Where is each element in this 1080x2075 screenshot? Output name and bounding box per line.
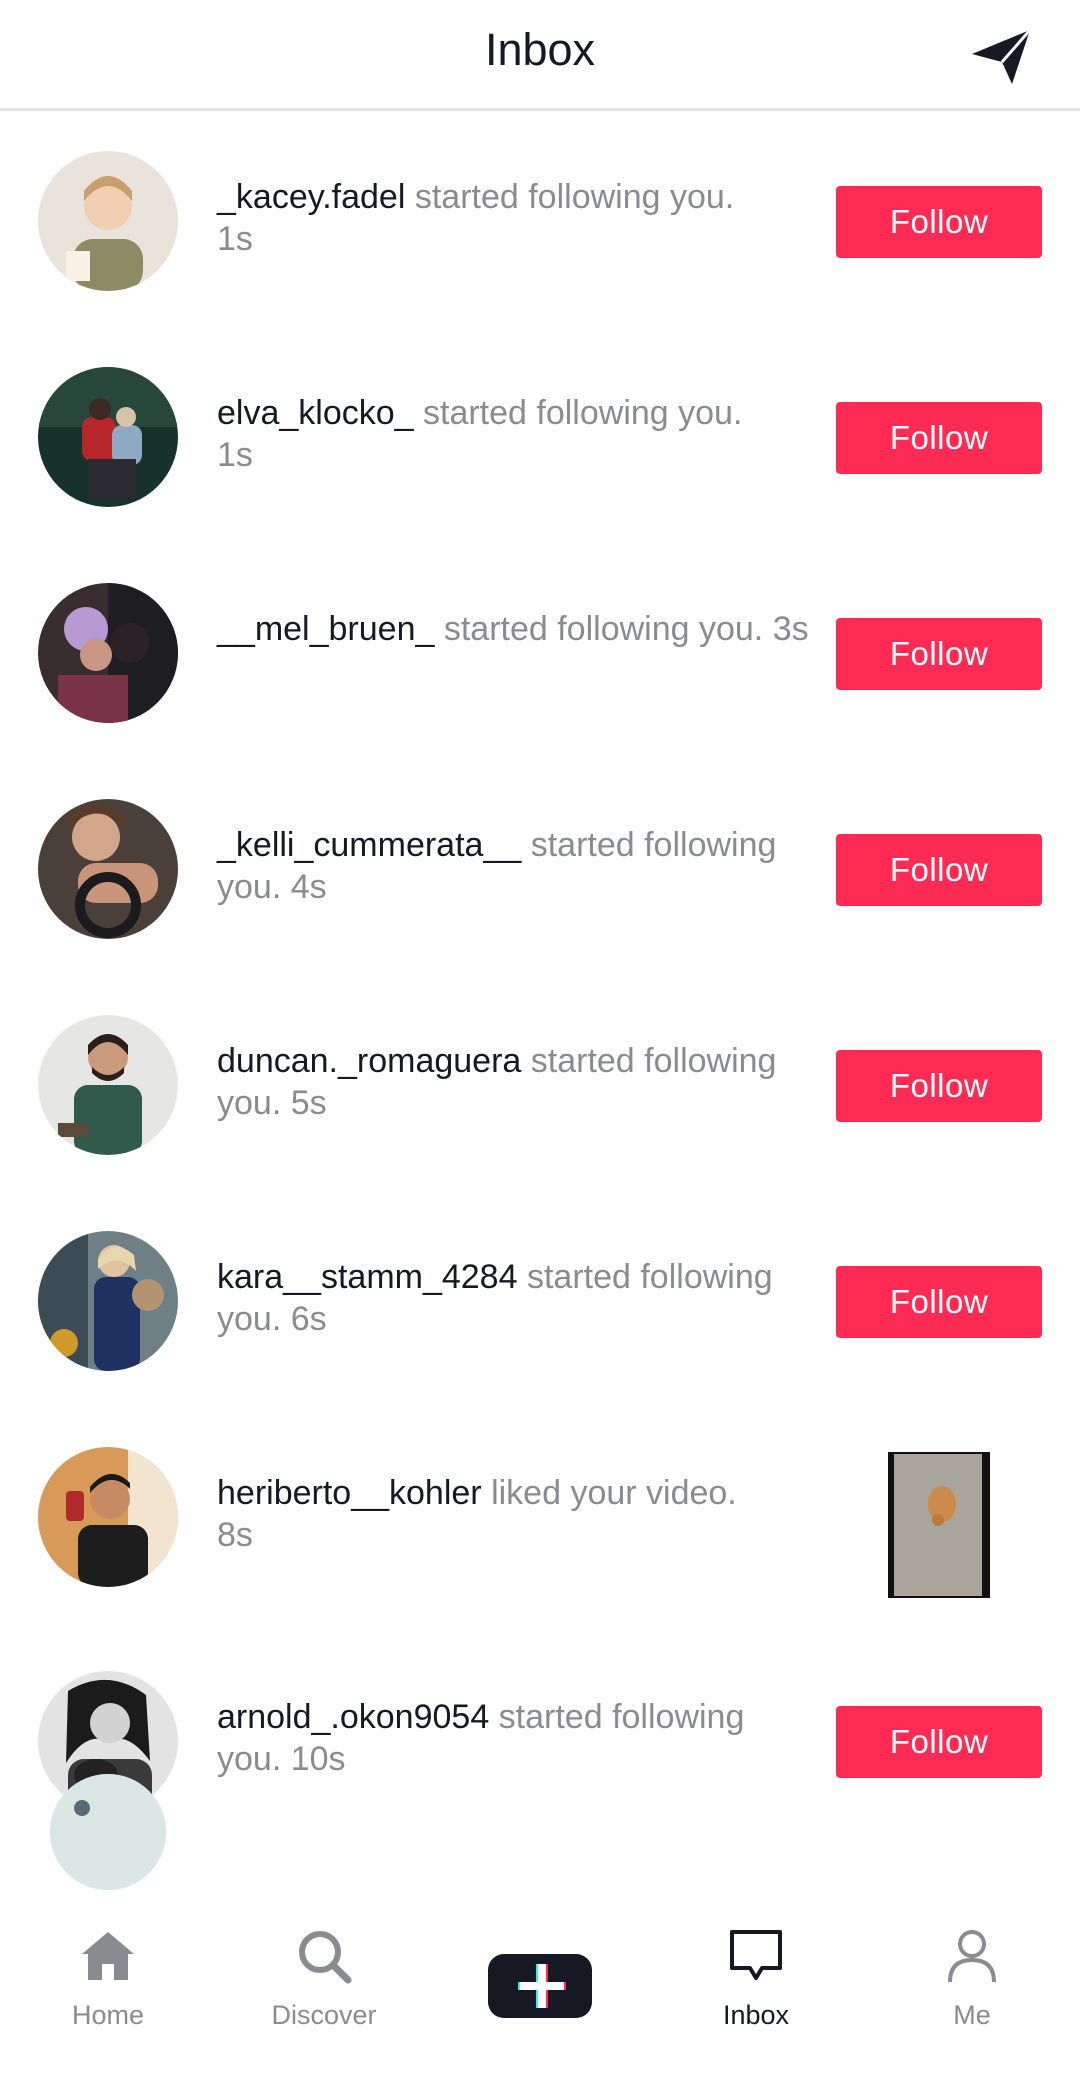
username-link[interactable]: duncan._romaguera bbox=[217, 1042, 521, 1080]
avatar[interactable] bbox=[38, 1015, 178, 1155]
notification-time: 5s bbox=[290, 1084, 327, 1122]
avatar[interactable] bbox=[38, 151, 178, 291]
profile-icon bbox=[948, 1930, 996, 1983]
username-link[interactable]: _kelli_cummerata__ bbox=[217, 826, 521, 864]
notification-time: 1s bbox=[217, 436, 253, 474]
notification-row[interactable]: __mel_bruen_ started following you. 3s F… bbox=[0, 546, 1080, 762]
notification-time: 10s bbox=[290, 1740, 346, 1778]
username-link[interactable]: _kacey.fadel bbox=[217, 178, 405, 216]
username-link[interactable]: __mel_bruen_ bbox=[217, 610, 434, 648]
notification-action: started following you. bbox=[434, 610, 764, 648]
notification-list: _kacey.fadel started following you. 1s Fo… bbox=[0, 114, 1080, 1910]
avatar[interactable] bbox=[50, 1774, 166, 1890]
notification-text: heriberto__kohler liked your video. 8s bbox=[217, 1472, 817, 1556]
paper-plane-icon[interactable] bbox=[970, 26, 1034, 86]
notification-time: 3s bbox=[772, 610, 809, 648]
search-icon bbox=[299, 1931, 352, 1984]
notification-text: duncan._romaguera started following you.… bbox=[217, 1040, 817, 1124]
avatar[interactable] bbox=[38, 583, 178, 723]
avatar[interactable] bbox=[38, 1447, 178, 1587]
follow-button[interactable]: Follow bbox=[836, 618, 1042, 690]
follow-button[interactable]: Follow bbox=[836, 186, 1042, 258]
follow-button[interactable]: Follow bbox=[836, 1050, 1042, 1122]
username-link[interactable]: arnold_.okon9054 bbox=[217, 1698, 489, 1736]
page-title: Inbox bbox=[484, 24, 596, 75]
notification-text: elva_klocko_ started following you. 1s bbox=[217, 392, 817, 476]
notification-text: __mel_bruen_ started following you. 3s bbox=[217, 608, 817, 650]
create-plus-button[interactable] bbox=[488, 1954, 592, 2018]
avatar[interactable] bbox=[38, 367, 178, 507]
follow-button[interactable]: Follow bbox=[836, 834, 1042, 906]
avatar[interactable] bbox=[38, 1231, 178, 1371]
notification-time: 8s bbox=[217, 1516, 253, 1554]
username-link[interactable]: heriberto__kohler bbox=[217, 1474, 482, 1512]
tab-inbox-label: Inbox bbox=[722, 2000, 790, 2030]
notification-row[interactable]: _kacey.fadel started following you. 1s Fo… bbox=[0, 114, 1080, 330]
notification-time: 4s bbox=[290, 868, 327, 906]
notification-time: 1s bbox=[217, 220, 253, 258]
video-thumbnail[interactable] bbox=[888, 1452, 990, 1598]
notification-action: started following you. bbox=[405, 178, 735, 216]
tab-me-label: Me bbox=[953, 2000, 991, 2030]
tab-inbox[interactable]: Inbox bbox=[648, 1910, 864, 2075]
notification-action: liked your video. bbox=[481, 1474, 737, 1512]
tab-home-label: Home bbox=[71, 2000, 145, 2030]
follow-button[interactable]: Follow bbox=[836, 402, 1042, 474]
notification-row[interactable]: duncan._romaguera started following you.… bbox=[0, 978, 1080, 1194]
notification-row[interactable]: kara__stamm_4284 started following you. … bbox=[0, 1194, 1080, 1410]
username-link[interactable]: kara__stamm_4284 bbox=[217, 1258, 518, 1296]
tab-discover-label: Discover bbox=[271, 2000, 377, 2030]
top-bar: Inbox bbox=[0, 0, 1080, 111]
avatar[interactable] bbox=[38, 799, 178, 939]
tab-home[interactable]: Home bbox=[0, 1910, 216, 2075]
notification-text: kara__stamm_4284 started following you. … bbox=[217, 1256, 817, 1340]
notification-text: _kacey.fadel started following you. 1s bbox=[217, 176, 817, 260]
notification-time: 6s bbox=[290, 1300, 327, 1338]
notification-text: arnold_.okon9054 started following you. … bbox=[217, 1696, 817, 1780]
home-icon bbox=[82, 1932, 134, 1980]
notification-text: _kelli_cummerata__ started following you… bbox=[217, 824, 817, 908]
notification-row[interactable]: heriberto__kohler liked your video. 8s bbox=[0, 1410, 1080, 1626]
follow-button[interactable]: Follow bbox=[836, 1706, 1042, 1778]
username-link[interactable]: elva_klocko_ bbox=[217, 394, 414, 432]
notification-row[interactable]: elva_klocko_ started following you. 1s Fo… bbox=[0, 330, 1080, 546]
bottom-tab-bar: Home Discover Inbox Me bbox=[0, 1910, 1080, 2075]
notification-action: started following you. bbox=[413, 394, 743, 432]
follow-button[interactable]: Follow bbox=[836, 1266, 1042, 1338]
tab-discover[interactable]: Discover bbox=[216, 1910, 432, 2075]
message-bubble-icon bbox=[730, 1930, 782, 1980]
tab-me[interactable]: Me bbox=[864, 1910, 1080, 2075]
notification-row[interactable]: _kelli_cummerata__ started following you… bbox=[0, 762, 1080, 978]
